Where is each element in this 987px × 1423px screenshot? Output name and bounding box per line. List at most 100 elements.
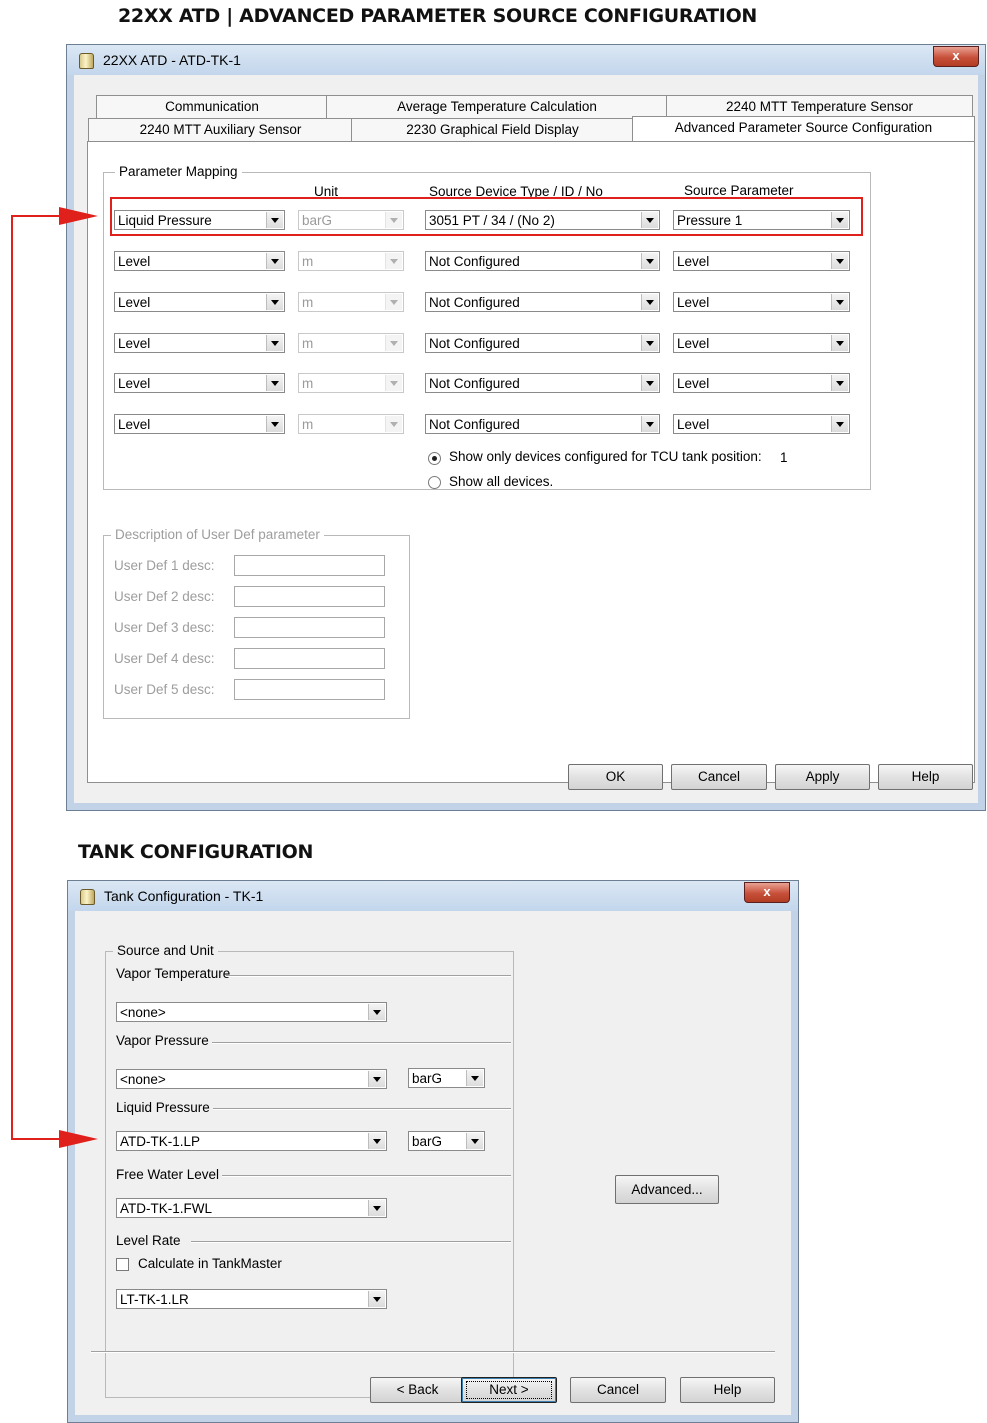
radio-show-configured-label: Show only devices configured for TCU tan… <box>449 449 762 464</box>
close-icon: x <box>763 884 771 899</box>
tab-2240-mtt-temperature[interactable]: 2240 MTT Temperature Sensor <box>666 95 973 118</box>
user-def-input <box>234 679 385 700</box>
ok-button[interactable]: OK <box>568 764 663 790</box>
source-device-select[interactable]: Not Configured <box>425 333 660 353</box>
liquid-pressure-unit-select[interactable]: barG <box>408 1131 485 1151</box>
chevron-down-icon <box>831 416 848 432</box>
tab-average-temperature[interactable]: Average Temperature Calculation <box>326 95 668 118</box>
divider <box>221 1175 511 1177</box>
calculate-in-tankmaster-checkbox[interactable] <box>116 1258 129 1271</box>
parameter-select[interactable]: Level <box>114 373 285 393</box>
close-button[interactable]: x <box>933 46 979 67</box>
tab-advanced-parameter-source[interactable]: Advanced Parameter Source Configuration <box>632 116 975 141</box>
user-def-label: User Def 5 desc: <box>114 682 215 697</box>
source-device-select[interactable]: Not Configured <box>425 251 660 271</box>
chevron-down-icon <box>831 253 848 269</box>
column-header-source-parameter: Source Parameter <box>684 183 794 198</box>
chevron-down-icon <box>368 1133 385 1149</box>
apply-button[interactable]: Apply <box>775 764 870 790</box>
user-def-label: User Def 4 desc: <box>114 651 215 666</box>
connector-line <box>11 215 67 1140</box>
liquid-pressure-select[interactable]: ATD-TK-1.LP <box>116 1131 387 1151</box>
divider <box>206 1042 511 1044</box>
level-rate-select[interactable]: LT-TK-1.LR <box>116 1289 387 1309</box>
parameter-select[interactable]: Level <box>114 333 285 353</box>
tab-2230-graphical-display[interactable]: 2230 Graphical Field Display <box>351 118 634 141</box>
parameter-select[interactable]: Level <box>114 414 285 434</box>
source-parameter-select[interactable]: Level <box>673 414 850 434</box>
user-def-input <box>234 586 385 607</box>
chevron-down-icon <box>368 1291 385 1307</box>
chevron-down-icon <box>266 335 283 351</box>
tank-configuration-window: Tank Configuration - TK-1 x Source and U… <box>67 880 799 1423</box>
chevron-down-icon <box>466 1070 483 1086</box>
divider <box>191 1241 511 1243</box>
window-title: 22XX ATD - ATD-TK-1 <box>103 52 241 68</box>
tab-communication[interactable]: Communication <box>96 95 328 118</box>
dialog-client-area: Communication Average Temperature Calcul… <box>75 75 975 800</box>
chevron-down-icon <box>385 335 402 351</box>
chevron-down-icon <box>641 416 658 432</box>
free-water-level-select[interactable]: ATD-TK-1.FWL <box>116 1198 387 1218</box>
vapor-pressure-label: Vapor Pressure <box>116 1033 212 1048</box>
chevron-down-icon <box>641 335 658 351</box>
database-icon <box>80 889 95 905</box>
database-icon <box>79 53 94 69</box>
chevron-down-icon <box>385 253 402 269</box>
cancel-button[interactable]: Cancel <box>671 764 767 790</box>
user-def-group-label: Description of User Def parameter <box>111 527 324 542</box>
source-parameter-select[interactable]: Level <box>673 333 850 353</box>
parameter-mapping-label: Parameter Mapping <box>115 164 242 179</box>
advanced-button[interactable]: Advanced... <box>615 1175 719 1204</box>
source-parameter-select[interactable]: Level <box>673 251 850 271</box>
vapor-temperature-label: Vapor Temperature <box>116 966 234 981</box>
vapor-pressure-unit-select[interactable]: barG <box>408 1068 485 1088</box>
radio-show-all-label: Show all devices. <box>449 474 554 489</box>
tab-2240-mtt-auxiliary[interactable]: 2240 MTT Auxiliary Sensor <box>88 118 353 141</box>
close-icon: x <box>952 48 960 63</box>
unit-select: m <box>298 251 404 271</box>
chevron-down-icon <box>385 294 402 310</box>
next-button[interactable]: Next > <box>461 1377 557 1403</box>
user-def-input <box>234 617 385 638</box>
chevron-down-icon <box>368 1200 385 1216</box>
parameter-select[interactable]: Level <box>114 292 285 312</box>
title-bar[interactable]: Tank Configuration - TK-1 x <box>68 881 798 911</box>
unit-select: m <box>298 373 404 393</box>
chevron-down-icon <box>266 253 283 269</box>
highlight-liquid-pressure-row <box>110 197 863 236</box>
atd-configuration-window: 22XX ATD - ATD-TK-1 x Communication Aver… <box>66 44 986 811</box>
radio-show-configured[interactable] <box>428 452 441 465</box>
chevron-down-icon <box>831 375 848 391</box>
source-parameter-select[interactable]: Level <box>673 292 850 312</box>
source-device-select[interactable]: Not Configured <box>425 414 660 434</box>
vapor-pressure-select[interactable]: <none> <box>116 1069 387 1089</box>
chevron-down-icon <box>831 335 848 351</box>
divider <box>226 975 511 977</box>
help-button[interactable]: Help <box>878 764 973 790</box>
parameter-select[interactable]: Level <box>114 251 285 271</box>
user-def-input <box>234 555 385 576</box>
dialog-client-area: Source and Unit Vapor Temperature <none>… <box>76 911 788 1414</box>
user-def-input <box>234 648 385 669</box>
user-def-label: User Def 2 desc: <box>114 589 215 604</box>
cancel-button[interactable]: Cancel <box>570 1377 666 1403</box>
title-bar[interactable]: 22XX ATD - ATD-TK-1 x <box>67 45 985 75</box>
unit-select: m <box>298 333 404 353</box>
tab-panel: Parameter Mapping Unit Source Device Typ… <box>87 141 975 783</box>
chevron-down-icon <box>368 1004 385 1020</box>
source-device-select[interactable]: Not Configured <box>425 292 660 312</box>
section-heading-tank-configuration: TANK CONFIGURATION <box>78 841 314 863</box>
liquid-pressure-label: Liquid Pressure <box>116 1100 213 1115</box>
radio-show-all[interactable] <box>428 476 441 489</box>
source-parameter-select[interactable]: Level <box>673 373 850 393</box>
close-button[interactable]: x <box>744 882 790 903</box>
source-device-select[interactable]: Not Configured <box>425 373 660 393</box>
help-button[interactable]: Help <box>680 1377 775 1403</box>
vapor-temperature-select[interactable]: <none> <box>116 1002 387 1022</box>
chevron-down-icon <box>641 375 658 391</box>
back-button[interactable]: < Back <box>370 1377 465 1403</box>
free-water-level-label: Free Water Level <box>116 1167 223 1182</box>
unit-select: m <box>298 414 404 434</box>
section-heading-advanced-parameter: 22XX ATD | ADVANCED PARAMETER SOURCE CON… <box>118 5 758 27</box>
